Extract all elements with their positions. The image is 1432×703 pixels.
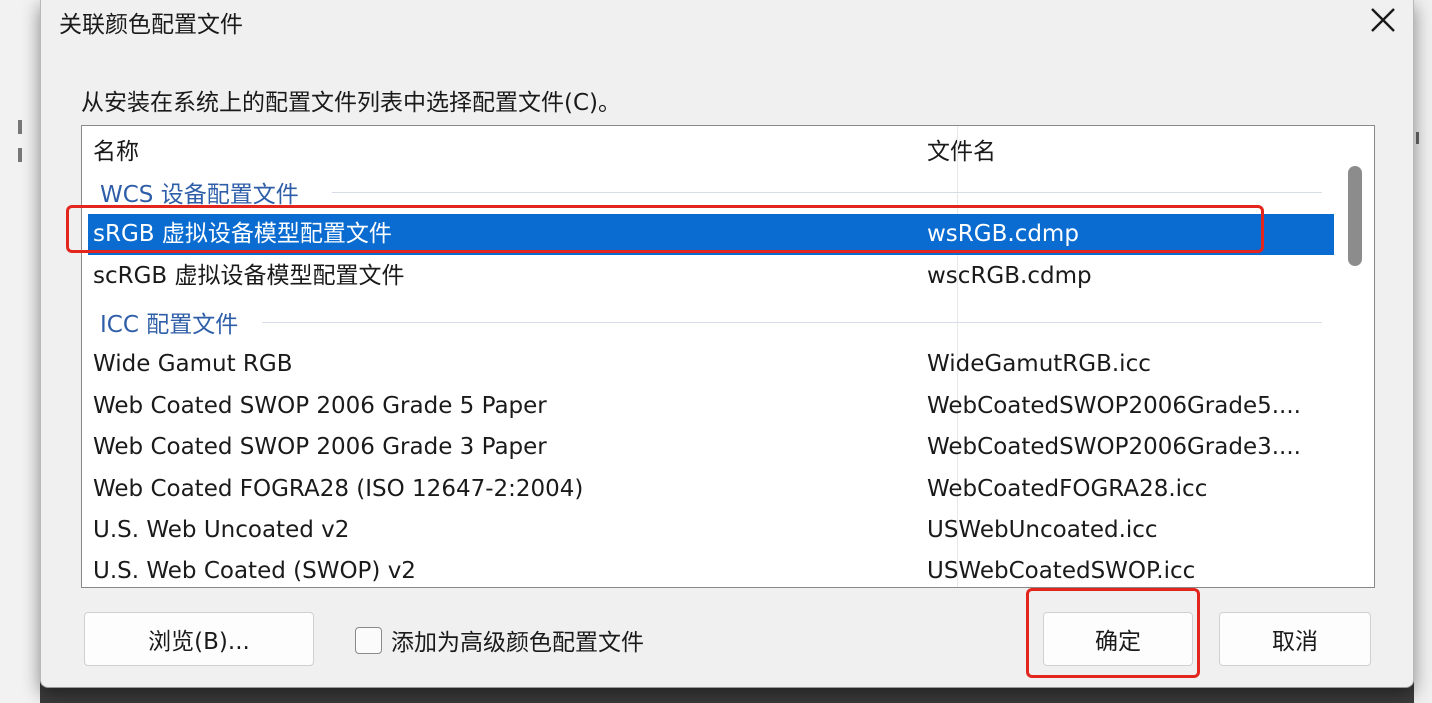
dialog-title: 关联颜色配置文件 — [59, 12, 243, 38]
background-window-right — [1414, 0, 1432, 703]
list-item-filename: wscRGB.cdmp — [927, 263, 1092, 289]
list-item[interactable]: U.S. Web Coated (SWOP) v2 USWebCoatedSWO… — [82, 551, 1334, 587]
list-item[interactable]: Web Coated FOGRA28 (ISO 12647-2:2004) We… — [82, 469, 1334, 510]
background-window-left — [0, 0, 40, 703]
list-item-filename: WebCoatedSWOP2006Grade5.... — [927, 393, 1301, 419]
list-item-filename: USWebCoatedSWOP.icc — [927, 558, 1196, 584]
list-item-name: Web Coated SWOP 2006 Grade 5 Paper — [93, 393, 547, 419]
advanced-profile-checkbox[interactable] — [355, 626, 382, 654]
list-item-name: Web Coated FOGRA28 (ISO 12647-2:2004) — [93, 476, 584, 502]
advanced-profile-option[interactable]: 添加为高级颜色配置文件 — [355, 622, 644, 658]
profile-list[interactable]: 名称 文件名 WCS 设备配置文件 sRGB 虚拟设备模型配置文件 wsRGB.… — [81, 125, 1375, 588]
list-item-name: scRGB 虚拟设备模型配置文件 — [93, 263, 405, 289]
list-item-filename: WebCoatedFOGRA28.icc — [927, 476, 1208, 502]
background-mark — [18, 148, 22, 162]
list-item-scrgb[interactable]: scRGB 虚拟设备模型配置文件 wscRGB.cdmp — [82, 256, 1334, 297]
column-header-filename[interactable]: 文件名 — [927, 126, 996, 178]
list-item-name: U.S. Web Coated (SWOP) v2 — [93, 558, 416, 584]
list-item-srgb[interactable]: sRGB 虚拟设备模型配置文件 wsRGB.cdmp — [88, 214, 1334, 255]
group-divider — [262, 322, 1322, 323]
list-item-name: Web Coated SWOP 2006 Grade 3 Paper — [93, 434, 547, 460]
group-header-wcs: WCS 设备配置文件 — [100, 182, 299, 208]
list-item-name: U.S. Web Uncoated v2 — [93, 517, 350, 543]
cancel-button[interactable]: 取消 — [1219, 612, 1371, 666]
list-item[interactable]: Web Coated SWOP 2006 Grade 5 Paper WebCo… — [82, 386, 1334, 427]
background-mark — [18, 120, 22, 134]
group-header-icc: ICC 配置文件 — [100, 312, 239, 338]
scrollbar-thumb[interactable] — [1348, 166, 1362, 266]
close-button[interactable] — [1353, 0, 1413, 40]
list-item-filename: wsRGB.cdmp — [927, 221, 1079, 247]
list-item[interactable]: Wide Gamut RGB WideGamutRGB.icc — [82, 344, 1334, 385]
browse-button[interactable]: 浏览(B)... — [84, 612, 314, 666]
list-item[interactable]: U.S. Web Uncoated v2 USWebUncoated.icc — [82, 510, 1334, 551]
background-mark — [1416, 132, 1419, 144]
dialog-titlebar: 关联颜色配置文件 — [41, 0, 1413, 46]
list-item-name: sRGB 虚拟设备模型配置文件 — [93, 221, 392, 247]
close-icon — [1371, 8, 1395, 32]
list-item-filename: USWebUncoated.icc — [927, 517, 1158, 543]
list-item-name: Wide Gamut RGB — [93, 351, 293, 377]
advanced-profile-label: 添加为高级颜色配置文件 — [391, 630, 644, 656]
list-item[interactable]: Web Coated SWOP 2006 Grade 3 Paper WebCo… — [82, 427, 1334, 468]
list-item-filename: WebCoatedSWOP2006Grade3.... — [927, 434, 1301, 460]
ok-button[interactable]: 确定 — [1043, 612, 1193, 666]
column-header-name[interactable]: 名称 — [93, 126, 139, 178]
associate-color-profile-dialog: 关联颜色配置文件 从安装在系统上的配置文件列表中选择配置文件(C)。 名称 文件… — [40, 0, 1414, 688]
instruction-text: 从安装在系统上的配置文件列表中选择配置文件(C)。 — [81, 90, 622, 116]
list-item-filename: WideGamutRGB.icc — [927, 351, 1151, 377]
group-divider — [332, 192, 1322, 193]
